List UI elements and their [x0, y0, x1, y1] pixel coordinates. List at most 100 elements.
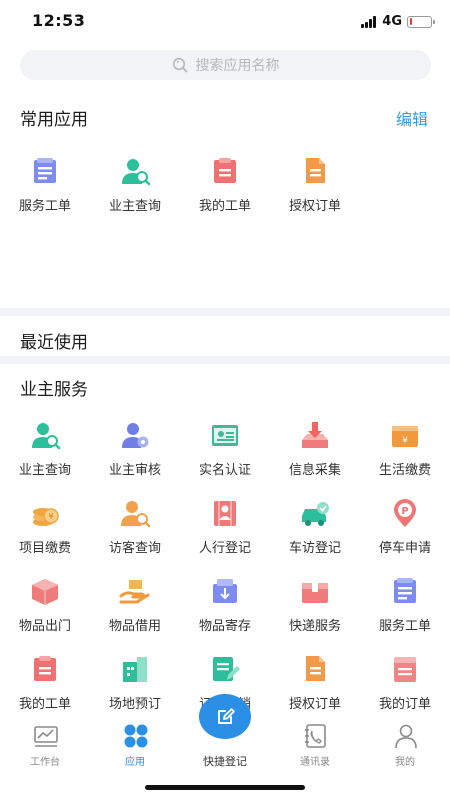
- section-title-owner-services: 业主服务: [20, 380, 88, 400]
- app-item-package-out[interactable]: 物品出门: [0, 576, 90, 646]
- app-label: 我的订单: [378, 697, 431, 712]
- app-item-storage-box[interactable]: 物品寄存: [180, 576, 270, 646]
- app-label: 物品出门: [18, 619, 71, 634]
- app-item-express-box[interactable]: 快递服务: [270, 576, 360, 646]
- coins-icon: ¥: [33, 508, 59, 526]
- quick-register-button[interactable]: [198, 694, 252, 740]
- app-item-visitor-search[interactable]: 访客查询: [90, 498, 180, 568]
- app-label: 访客查询: [108, 541, 161, 556]
- battery-icon: [407, 15, 435, 28]
- app-label: 业主查询: [18, 463, 71, 478]
- app-item-authorized-order[interactable]: 授权订单: [270, 156, 360, 226]
- app-item-coins[interactable]: ¥ 项目缴费: [0, 498, 90, 568]
- id-card-icon: [212, 425, 238, 446]
- section-divider: [0, 356, 450, 364]
- dashboard-icon: [34, 726, 58, 747]
- app-label: 我的工单: [18, 697, 71, 712]
- app-item-car-visit[interactable]: 车访登记: [270, 498, 360, 568]
- tab-label: 我的: [395, 757, 415, 768]
- section-divider: [0, 308, 450, 316]
- app-label: 场地预订: [108, 697, 161, 712]
- app-label: 车访登记: [288, 541, 341, 556]
- search-placeholder: 搜索应用名称: [195, 58, 280, 74]
- apps-grid-icon: [124, 724, 148, 748]
- app-label: 项目缴费: [18, 541, 71, 556]
- app-item-service-ticket[interactable]: 服务工单: [360, 576, 450, 646]
- owner-search-icon: [122, 159, 151, 186]
- app-item-bill-payment[interactable]: ¥ 生活缴费: [360, 420, 450, 490]
- app-label: 业主查询: [108, 199, 161, 214]
- app-item-owner-search[interactable]: 业主查询: [0, 420, 90, 490]
- app-item-hand-borrow[interactable]: 物品借用: [90, 576, 180, 646]
- app-item-owner-search[interactable]: 业主查询: [90, 156, 180, 226]
- search-input[interactable]: 搜索应用名称: [20, 50, 431, 80]
- tab-label-quick-register: 快捷登记: [203, 755, 247, 768]
- app-item-my-ticket[interactable]: 我的工单: [180, 156, 270, 226]
- tab-profile[interactable]: 我的: [360, 712, 450, 772]
- owner-search-icon: [32, 423, 61, 450]
- home-indicator[interactable]: [145, 785, 305, 790]
- app-item-id-card[interactable]: 实名认证: [180, 420, 270, 490]
- car-visit-icon: [302, 502, 329, 526]
- owner-review-icon: [122, 423, 149, 448]
- parking-pin-icon: P: [394, 499, 416, 527]
- svg-text:P: P: [401, 506, 408, 517]
- owner-services-grid: 业主查询 业主审核 实名认证 信息采集 ¥ 生活缴费 ¥ 项目缴费 访客查询 人行登记 车访登记 P 停…: [0, 420, 450, 712]
- bill-payment-icon: ¥: [392, 426, 418, 447]
- app-label: 物品寄存: [198, 619, 251, 634]
- app-label: 信息采集: [288, 463, 341, 478]
- signal-icon: [361, 15, 377, 28]
- package-out-icon: [32, 579, 58, 605]
- tab-label: 应用: [125, 757, 145, 768]
- express-box-icon: [302, 583, 328, 603]
- app-label: 实名认证: [198, 463, 251, 478]
- svg-text:¥: ¥: [402, 436, 408, 446]
- network-type: 4G: [382, 14, 402, 29]
- status-indicators: 4G: [361, 14, 435, 29]
- app-item-owner-review[interactable]: 业主审核: [90, 420, 180, 490]
- my-ticket-icon: [214, 158, 236, 183]
- status-bar: 12:53 4G: [0, 0, 450, 44]
- app-label: 授权订单: [288, 697, 341, 712]
- status-time: 12:53: [32, 11, 86, 30]
- app-label: 服务工单: [378, 619, 431, 634]
- common-apps-grid: 服务工单 业主查询 我的工单 授权订单: [0, 156, 450, 226]
- app-item-info-collect[interactable]: 信息采集: [270, 420, 360, 490]
- app-label: 快递服务: [288, 619, 341, 634]
- app-item-service-ticket[interactable]: 服务工单: [0, 156, 90, 226]
- service-ticket-icon: [394, 578, 416, 603]
- venue-building-icon: [123, 657, 147, 682]
- tab-contacts[interactable]: 通讯录: [270, 712, 360, 772]
- app-label: 服务工单: [18, 199, 71, 214]
- app-item-parking-pin[interactable]: P 停车申请: [360, 498, 450, 568]
- app-item-pedestrian-register[interactable]: 人行登记: [180, 498, 270, 568]
- battery-level: [409, 18, 412, 25]
- section-title-common: 常用应用: [20, 110, 88, 130]
- app-label: 生活缴费: [378, 463, 431, 478]
- my-ticket-icon: [34, 656, 56, 681]
- storage-box-icon: [213, 579, 237, 603]
- service-ticket-icon: [34, 158, 56, 183]
- authorized-order-icon: [306, 656, 325, 681]
- app-label: 我的工单: [198, 199, 251, 214]
- info-collect-icon: [302, 422, 328, 448]
- edit-button[interactable]: 编辑: [396, 106, 428, 130]
- hand-borrow-icon: [119, 580, 150, 604]
- pedestrian-register-icon: [214, 501, 236, 526]
- app-label: 物品借用: [108, 619, 161, 634]
- app-label: 业主审核: [108, 463, 161, 478]
- section-title-recent: 最近使用: [20, 333, 88, 353]
- tab-label: 工作台: [30, 757, 60, 768]
- my-order-icon: [394, 657, 416, 682]
- app-label: 人行登记: [198, 541, 251, 556]
- edit-icon: [218, 708, 235, 724]
- tab-label: 通讯录: [300, 757, 330, 768]
- search-icon: [172, 57, 187, 73]
- svg-text:¥: ¥: [48, 512, 53, 521]
- app-label: 停车申请: [378, 541, 431, 556]
- order-verify-icon: [213, 657, 240, 681]
- contacts-icon: [305, 724, 326, 748]
- tab-apps-grid[interactable]: 应用: [90, 712, 180, 772]
- tab-dashboard[interactable]: 工作台: [0, 712, 90, 772]
- visitor-search-icon: [121, 501, 151, 528]
